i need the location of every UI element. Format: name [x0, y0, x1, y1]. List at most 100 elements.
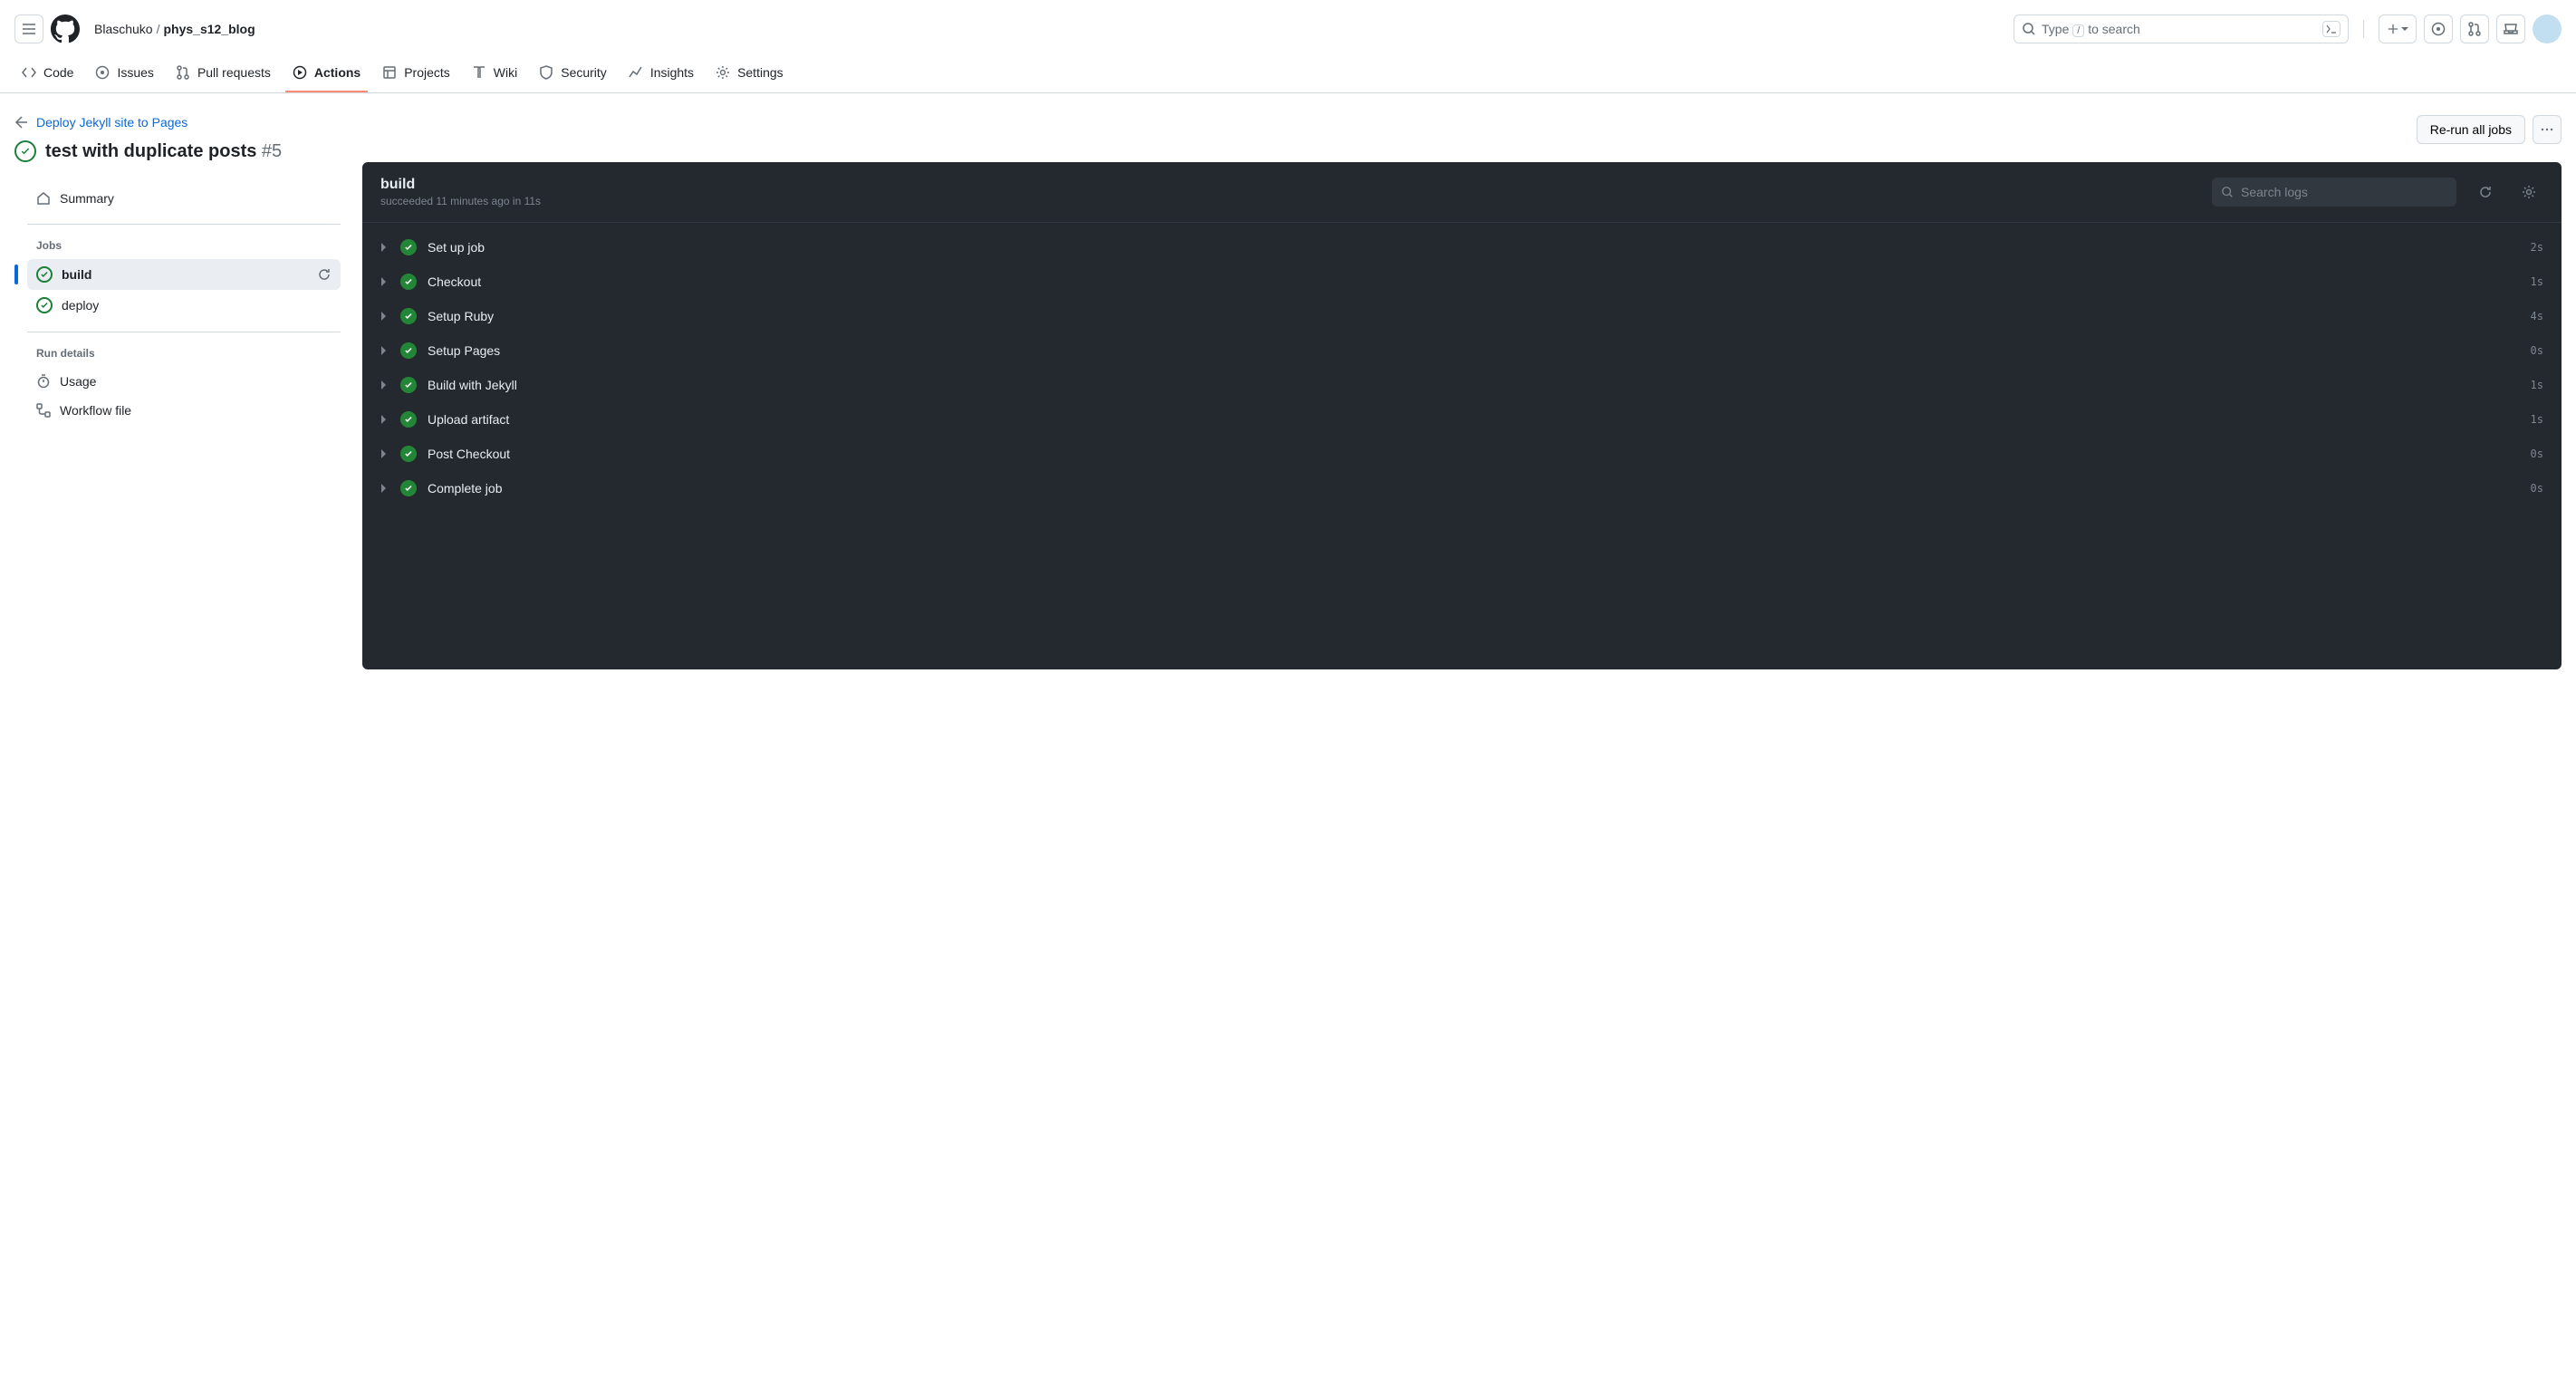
tab-projects[interactable]: Projects [375, 58, 457, 92]
create-new-button[interactable] [2379, 14, 2417, 43]
code-icon [22, 65, 36, 80]
step-name: Upload artifact [428, 412, 2520, 427]
chevron-right-icon [380, 312, 389, 321]
tab-code[interactable]: Code [14, 58, 81, 92]
sidebar-summary[interactable]: Summary [27, 184, 341, 213]
right-column: Re-run all jobs build succeeded 11 minut… [362, 115, 2562, 669]
repo-nav: Code Issues Pull requests Actions Projec… [0, 58, 2576, 93]
git-pull-request-icon [2467, 22, 2482, 36]
step-duration: 1s [2531, 275, 2543, 288]
step-duration: 2s [2531, 241, 2543, 254]
sidebar-job-deploy[interactable]: deploy [27, 290, 341, 321]
chevron-right-icon [380, 415, 389, 424]
step-name: Build with Jekyll [428, 378, 2520, 392]
breadcrumb-owner[interactable]: Blaschuko [94, 22, 153, 36]
issues-button[interactable] [2424, 14, 2453, 43]
github-logo[interactable] [51, 14, 80, 43]
status-success-icon [36, 266, 53, 283]
step-duration: 1s [2531, 379, 2543, 391]
arrow-left-icon [14, 115, 29, 130]
tab-security[interactable]: Security [532, 58, 614, 92]
sidebar-job-build[interactable]: build [27, 259, 341, 290]
tab-wiki[interactable]: Wiki [465, 58, 524, 92]
step-duration: 0s [2531, 482, 2543, 495]
step-name: Checkout [428, 274, 2520, 289]
run-details-heading: Run details [27, 343, 341, 367]
log-step[interactable]: Post Checkout0s [362, 437, 2562, 471]
inbox-icon [2504, 22, 2518, 36]
chevron-right-icon [380, 380, 389, 390]
divider [2363, 20, 2364, 38]
job-name: build [380, 177, 2197, 193]
table-icon [382, 65, 397, 80]
shield-icon [539, 65, 553, 80]
issue-icon [95, 65, 110, 80]
notifications-button[interactable] [2496, 14, 2525, 43]
step-duration: 0s [2531, 448, 2543, 460]
status-success-icon [36, 297, 53, 313]
refresh-icon [2478, 185, 2493, 199]
log-refresh-button[interactable] [2471, 178, 2500, 207]
avatar[interactable] [2533, 14, 2562, 43]
chevron-right-icon [380, 449, 389, 458]
pull-requests-button[interactable] [2460, 14, 2489, 43]
workflow-icon [36, 403, 51, 418]
more-actions-button[interactable] [2533, 115, 2562, 144]
top-bar: Blaschuko / phys_s12_blog Type / to sear… [0, 0, 2576, 58]
workflow-backlink[interactable]: Deploy Jekyll site to Pages [14, 115, 341, 130]
caret-down-icon [2401, 25, 2408, 33]
home-icon [36, 191, 51, 206]
issue-icon [2431, 22, 2446, 36]
chevron-right-icon [380, 243, 389, 252]
check-icon [400, 239, 417, 255]
command-palette-icon [2322, 21, 2341, 37]
log-step[interactable]: Upload artifact 1s [362, 402, 2562, 437]
log-step[interactable]: Set up job 2s [362, 230, 2562, 265]
log-header: build succeeded 11 minutes ago in 11s Se… [362, 162, 2562, 222]
kebab-icon [2540, 122, 2554, 137]
run-actions: Re-run all jobs [362, 115, 2562, 144]
search-input[interactable]: Type / to search [2014, 14, 2349, 43]
step-name: Complete job [428, 481, 2520, 496]
check-icon [400, 274, 417, 290]
log-step[interactable]: Checkout 1s [362, 265, 2562, 299]
step-name: Set up job [428, 240, 2520, 255]
sidebar-usage[interactable]: Usage [27, 367, 341, 396]
search-text: Type / to search [2042, 22, 2317, 36]
sidebar-workflow-file[interactable]: Workflow file [27, 396, 341, 425]
step-name: Setup Ruby [428, 309, 2520, 323]
tab-pull-requests[interactable]: Pull requests [168, 58, 278, 92]
step-duration: 1s [2531, 413, 2543, 426]
refresh-icon[interactable] [317, 267, 332, 282]
plus-icon [2387, 23, 2399, 35]
hamburger-icon [22, 22, 36, 36]
search-icon [2022, 22, 2036, 36]
gear-icon [716, 65, 730, 80]
play-icon [293, 65, 307, 80]
log-step[interactable]: Setup Ruby 4s [362, 299, 2562, 333]
log-search-input[interactable]: Search logs [2212, 178, 2456, 207]
log-step[interactable]: Build with Jekyll 1s [362, 368, 2562, 402]
chevron-right-icon [380, 484, 389, 493]
hamburger-menu[interactable] [14, 14, 43, 43]
git-pull-request-icon [176, 65, 190, 80]
tab-issues[interactable]: Issues [88, 58, 160, 92]
breadcrumb-repo[interactable]: phys_s12_blog [163, 22, 255, 36]
stopwatch-icon [36, 374, 51, 389]
log-step[interactable]: Complete job 0s [362, 471, 2562, 505]
check-icon [400, 446, 417, 462]
check-icon [400, 342, 417, 359]
status-success-icon [14, 140, 36, 162]
book-icon [472, 65, 486, 80]
tab-actions[interactable]: Actions [285, 58, 368, 92]
left-column: Deploy Jekyll site to Pages test with du… [14, 115, 341, 669]
log-settings-button[interactable] [2514, 178, 2543, 207]
search-icon [2221, 186, 2234, 198]
tab-insights[interactable]: Insights [621, 58, 701, 92]
log-step[interactable]: Setup Pages0s [362, 333, 2562, 368]
chevron-right-icon [380, 346, 389, 355]
tab-settings[interactable]: Settings [708, 58, 791, 92]
check-icon [400, 308, 417, 324]
step-duration: 4s [2531, 310, 2543, 322]
rerun-button[interactable]: Re-run all jobs [2417, 115, 2525, 144]
